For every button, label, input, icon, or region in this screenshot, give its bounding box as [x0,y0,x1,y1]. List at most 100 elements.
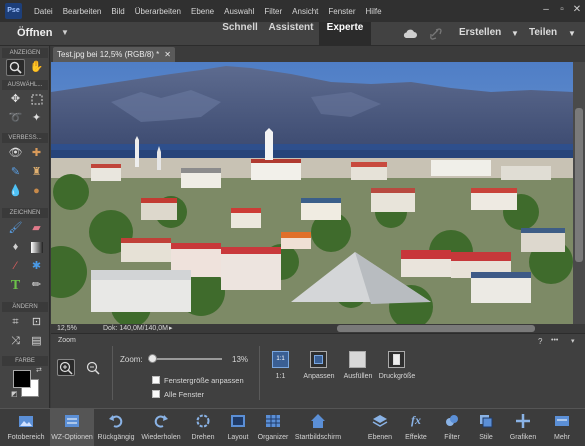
paint-bucket-tool-icon[interactable]: ♦ [6,239,25,256]
lasso-tool-icon[interactable]: ➰ [6,110,25,127]
sponge-tool-icon[interactable]: ● [27,183,46,200]
document-tab[interactable]: Test.jpg bei 12,5% (RGB/8) * ✕ [53,47,175,62]
chevron-down-icon[interactable]: ▼ [61,28,69,37]
effects-button[interactable]: fx Effekte [400,409,432,446]
content-aware-move-tool-icon[interactable]: ⤨ [6,333,25,350]
eyedropper-tool-icon[interactable]: ⁄ [6,258,25,275]
default-colors-icon[interactable]: ◩ [11,390,18,398]
maximize-icon[interactable]: ▫ [556,4,568,16]
layout-icon [231,415,245,427]
menu-ueberarbeiten[interactable]: Überarbeiten [135,7,181,16]
styles-button[interactable]: Stile [472,409,500,446]
help-icon[interactable]: ? [538,337,542,346]
filter-button[interactable]: Filter [436,409,468,446]
spot-healing-tool-icon[interactable]: ✚ [27,145,46,162]
cloud-icon[interactable] [403,29,417,38]
pencil-tool-icon[interactable]: ✏ [27,277,46,294]
clone-stamp-tool-icon[interactable]: ♜ [27,164,46,181]
chevron-down-icon[interactable]: ▼ [568,29,576,38]
undo-icon [109,415,123,428]
app-logo: Pse [5,3,22,19]
create-button[interactable]: Erstellen [459,27,501,38]
rotate-button[interactable]: Drehen [185,409,221,446]
tool-options-button[interactable]: WZ-Optionen [50,409,94,446]
blur-tool-icon[interactable]: 💧 [6,183,25,200]
tab-schnell[interactable]: Schnell [218,22,262,46]
styles-icon [480,415,493,428]
divider [259,346,260,400]
custom-shape-tool-icon[interactable]: ✱ [27,258,46,275]
tool-options-icon [65,415,79,427]
zoom-slider-track[interactable] [148,358,222,360]
minimize-icon[interactable]: – [540,4,552,16]
tab-assistent[interactable]: Assistent [266,22,316,46]
tab-experte[interactable]: Experte [319,22,371,46]
zoom-value: 13% [232,355,249,364]
home-screen-button[interactable]: Startbildschirm [293,409,343,446]
straighten-tool-icon[interactable]: ▤ [27,333,46,350]
zoom-out-icon[interactable] [85,360,101,377]
swap-colors-icon[interactable]: ⇄ [36,366,42,374]
link-icon[interactable] [430,28,442,40]
close-tab-icon[interactable]: ✕ [164,47,171,62]
zoom-status: 12,5% [57,325,77,332]
menu-datei[interactable]: Datei [34,7,53,16]
type-tool-icon[interactable]: T [6,277,25,294]
resize-windows-label: Fenstergröße anpassen [164,376,244,385]
foreground-color-swatch[interactable] [13,370,31,388]
zoom-tool-icon[interactable] [6,59,25,76]
red-eye-tool-icon[interactable]: 👁 [6,145,25,162]
layers-button[interactable]: Ebenen [364,409,396,446]
close-icon[interactable]: ✕ [571,4,583,16]
all-windows-checkbox[interactable] [152,390,160,398]
tool-options-title: Zoom [58,337,76,344]
organizer-button[interactable]: Organizer [256,409,290,446]
hand-tool-icon[interactable]: ✋ [27,59,46,76]
more-button[interactable]: Mehr [546,409,578,446]
menu-bild[interactable]: Bild [111,7,124,16]
marquee-tool-icon[interactable] [27,91,46,108]
layout-button[interactable]: Layout [224,409,252,446]
crop-tool-icon[interactable]: ⌗ [6,314,25,331]
image-canvas[interactable] [51,62,573,324]
actual-pixels-icon[interactable]: 1:1 [272,351,289,368]
more-options-icon[interactable]: ••• [551,337,558,344]
fill-screen-icon[interactable] [349,351,366,368]
photo-bin-button[interactable]: Fotobereich [6,409,46,446]
magic-wand-tool-icon[interactable]: ✦ [27,110,46,127]
menu-filter[interactable]: Filter [264,7,282,16]
menu-auswahl[interactable]: Auswahl [224,7,254,16]
resize-windows-checkbox[interactable] [152,376,160,384]
undo-button[interactable]: Rückgängig [96,409,136,446]
menu-fenster[interactable]: Fenster [328,7,355,16]
section-aendern: ÄNDERN [2,302,48,312]
print-size-label: Druckgröße [378,373,416,380]
vertical-scroll-thumb[interactable] [575,108,583,262]
zoom-slider-knob[interactable] [148,354,158,363]
chevron-down-icon[interactable]: ▼ [511,29,519,38]
menu-ansicht[interactable]: Ansicht [292,7,318,16]
brush-tool-icon[interactable]: 🖌 [6,220,25,237]
recompose-tool-icon[interactable]: ⊡ [27,314,46,331]
zoom-in-button[interactable] [57,359,75,376]
menu-hilfe[interactable]: Hilfe [366,7,382,16]
print-size-icon[interactable] [388,351,405,368]
redo-icon [154,415,168,428]
share-button[interactable]: Teilen [529,27,557,38]
redo-button[interactable]: Wiederholen [139,409,183,446]
graphics-button[interactable]: Grafiken [505,409,541,446]
eraser-tool-icon[interactable]: ▰ [27,220,46,237]
photo-bin-icon [19,416,33,427]
open-button[interactable]: Öffnen [17,27,52,39]
gradient-tool-icon[interactable] [27,239,46,256]
status-arrow-icon[interactable]: ▸ [169,324,173,333]
horizontal-scroll-thumb[interactable] [337,325,535,332]
menu-ebene[interactable]: Ebene [191,7,214,16]
collapse-icon[interactable]: ▾ [571,337,575,345]
layers-icon [372,415,388,427]
menu-bearbeiten[interactable]: Bearbeiten [63,7,102,16]
move-tool-icon[interactable]: ✥ [6,91,25,108]
smart-brush-tool-icon[interactable]: ✎ [6,164,25,181]
tool-panel: ANZEIGEN ✋ AUSWÄHL... ✥ ➰ ✦ VERBESS... 👁… [0,46,50,408]
fit-screen-icon[interactable] [310,351,327,368]
